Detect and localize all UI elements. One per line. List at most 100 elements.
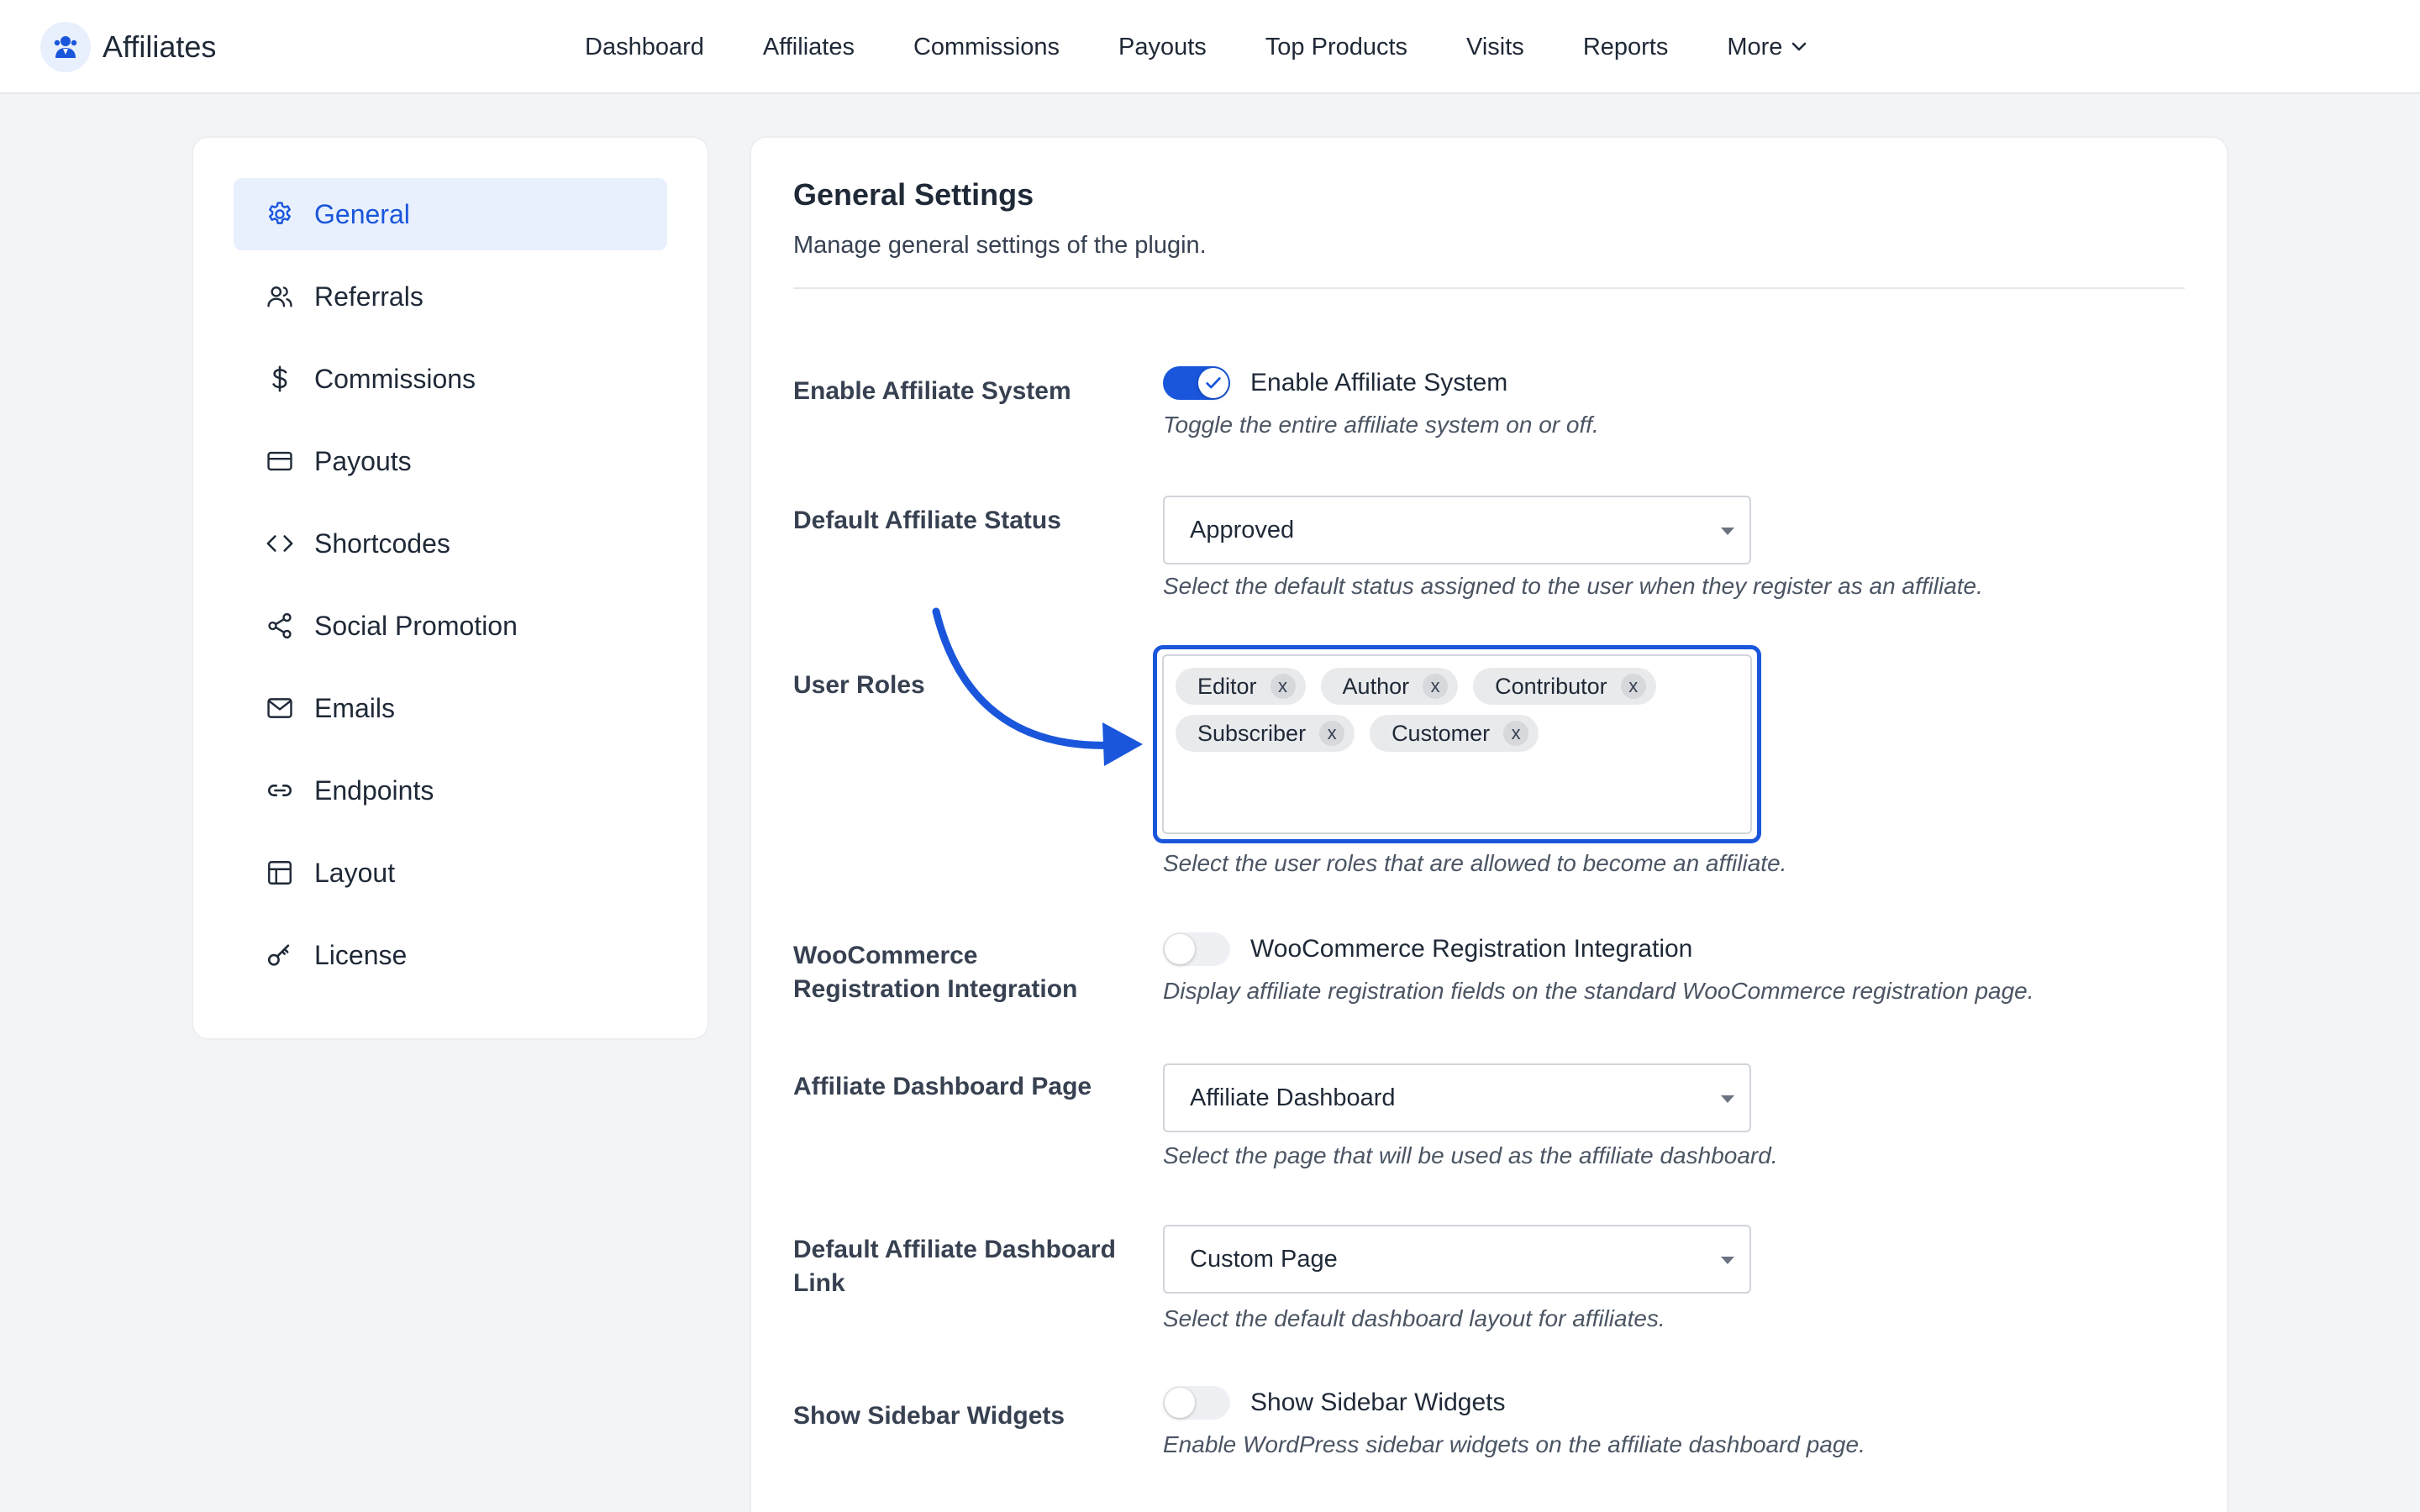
dollar-icon: [264, 363, 296, 395]
toggle-label: Show Sidebar Widgets: [1250, 1389, 1506, 1416]
app-title: Affiliates: [103, 29, 217, 64]
setting-label: Affiliate Dashboard Page: [793, 1073, 1092, 1100]
page-title: General Settings: [793, 177, 1034, 212]
mail-icon: [264, 692, 296, 724]
annotation-arrow-icon: [932, 607, 1143, 766]
nav-more-label: More: [1727, 33, 1783, 60]
nav-item-reports[interactable]: Reports: [1583, 34, 1669, 61]
sidebar-item-label: Commissions: [314, 363, 476, 394]
toggle-label: Enable Affiliate System: [1250, 369, 1508, 396]
role-tag-label: Subscriber: [1197, 720, 1307, 746]
select-value: Approved: [1190, 516, 1295, 543]
sidebar-item-commissions[interactable]: Commissions: [234, 343, 667, 415]
nav-item-affiliates[interactable]: Affiliates: [763, 34, 855, 61]
credit-card-icon: [264, 445, 296, 477]
select-value: Affiliate Dashboard: [1190, 1084, 1396, 1111]
sidebar-item-label: Shortcodes: [314, 528, 450, 559]
brand[interactable]: Affiliates: [40, 22, 216, 72]
woocommerce-toggle[interactable]: [1163, 932, 1230, 966]
role-tag-label: Customer: [1392, 720, 1491, 746]
help-text: Display affiliate registration fields on…: [1163, 978, 2034, 1004]
setting-label: Show Sidebar Widgets: [793, 1402, 1065, 1430]
layout-icon: [264, 857, 296, 889]
caret-down-icon: [1721, 1257, 1734, 1264]
nav-item-visits[interactable]: Visits: [1466, 34, 1524, 61]
role-tag: Customer x: [1370, 715, 1539, 752]
setting-label: WooCommerce Registration Integration: [793, 942, 1078, 1003]
sidebar-item-label: Emails: [314, 692, 396, 723]
remove-tag-button[interactable]: x: [1503, 721, 1529, 746]
caret-down-icon: [1721, 1095, 1734, 1103]
remove-tag-button[interactable]: x: [1319, 721, 1345, 746]
share-icon: [264, 610, 296, 642]
nav-item-top-products[interactable]: Top Products: [1265, 34, 1407, 61]
role-tag-label: Editor: [1197, 673, 1257, 699]
help-text: Enable WordPress sidebar widgets on the …: [1163, 1431, 1865, 1457]
sidebar-item-social-promotion[interactable]: Social Promotion: [234, 590, 667, 662]
enable-affiliate-toggle[interactable]: [1163, 366, 1230, 400]
sidebar-item-referrals[interactable]: Referrals: [234, 260, 667, 333]
sidebar-item-license[interactable]: License: [234, 919, 667, 991]
toggle-knob: [1165, 934, 1195, 964]
help-text: Select the user roles that are allowed t…: [1163, 850, 1787, 876]
caret-down-icon: [1721, 528, 1734, 535]
role-tag: Editor x: [1176, 668, 1306, 705]
nav-item-dashboard[interactable]: Dashboard: [585, 34, 704, 61]
toggle-label: WooCommerce Registration Integration: [1250, 935, 1693, 963]
user-roles-field-highlight: Editor x Author x Contributor x Subscriber x…: [1153, 645, 1761, 843]
help-text: Select the default dashboard layout for …: [1163, 1305, 1665, 1331]
help-text: Toggle the entire affiliate system on or…: [1163, 412, 1599, 438]
main-nav: Dashboard Affiliates Commissions Payouts…: [585, 25, 1809, 69]
divider: [793, 287, 2185, 289]
default-status-select[interactable]: Approved: [1163, 496, 1751, 564]
settings-sidebar: General Referrals Commissions Payouts Sh…: [192, 136, 709, 1040]
role-tag: Author x: [1320, 668, 1459, 705]
affiliate-logo-icon: [40, 22, 91, 72]
nav-item-commissions[interactable]: Commissions: [913, 34, 1060, 61]
sidebar-item-label: License: [314, 939, 408, 970]
remove-tag-button[interactable]: x: [1423, 674, 1449, 699]
help-text: Select the page that will be used as the…: [1163, 1142, 1778, 1168]
sidebar-item-endpoints[interactable]: Endpoints: [234, 754, 667, 827]
remove-tag-button[interactable]: x: [1270, 674, 1296, 699]
select-value: Custom Page: [1190, 1245, 1338, 1273]
sidebar-item-general[interactable]: General: [234, 178, 667, 250]
gear-icon: [264, 198, 296, 230]
setting-label: Enable Affiliate System: [793, 377, 1071, 405]
sidebar-widgets-toggle[interactable]: [1163, 1386, 1230, 1420]
key-icon: [264, 939, 296, 971]
check-icon: [1206, 377, 1221, 389]
dashboard-page-select[interactable]: Affiliate Dashboard: [1163, 1063, 1751, 1132]
sidebar-item-label: Payouts: [314, 445, 412, 476]
sidebar-item-label: Social Promotion: [314, 610, 518, 641]
chevron-down-icon: [1792, 42, 1807, 51]
sidebar-item-payouts[interactable]: Payouts: [234, 425, 667, 497]
general-settings-panel: General Settings Manage general settings…: [750, 136, 2228, 1512]
sidebar-item-emails[interactable]: Emails: [234, 672, 667, 744]
nav-item-payouts[interactable]: Payouts: [1118, 34, 1207, 61]
setting-label: Default Affiliate Dashboard Link: [793, 1236, 1116, 1297]
nav-item-more[interactable]: More: [1727, 34, 1809, 61]
top-navigation-bar: Affiliates Dashboard Affiliates Commissi…: [0, 0, 2420, 94]
page-subtitle: Manage general settings of the plugin.: [793, 232, 1207, 259]
role-tag: Subscriber x: [1176, 715, 1355, 752]
sidebar-item-shortcodes[interactable]: Shortcodes: [234, 507, 667, 580]
sidebar-item-label: Endpoints: [314, 774, 434, 806]
toggle-knob: [1198, 368, 1228, 398]
setting-label: Default Affiliate Status: [793, 507, 1061, 534]
users-icon: [264, 281, 296, 312]
role-tag-label: Author: [1342, 673, 1410, 699]
sidebar-item-label: Referrals: [314, 281, 424, 312]
sidebar-item-label: General: [314, 198, 410, 229]
user-roles-multiselect[interactable]: Editor x Author x Contributor x Subscriber x…: [1162, 654, 1752, 834]
role-tag-label: Contributor: [1495, 673, 1607, 699]
help-text: Select the default status assigned to th…: [1163, 573, 1983, 599]
role-tag: Contributor x: [1473, 668, 1656, 705]
dashboard-link-select[interactable]: Custom Page: [1163, 1225, 1751, 1294]
code-icon: [264, 528, 296, 559]
remove-tag-button[interactable]: x: [1620, 674, 1646, 699]
sidebar-item-layout[interactable]: Layout: [234, 837, 667, 909]
toggle-knob: [1165, 1388, 1195, 1418]
sidebar-item-label: Layout: [314, 857, 396, 888]
link-icon: [264, 774, 296, 806]
